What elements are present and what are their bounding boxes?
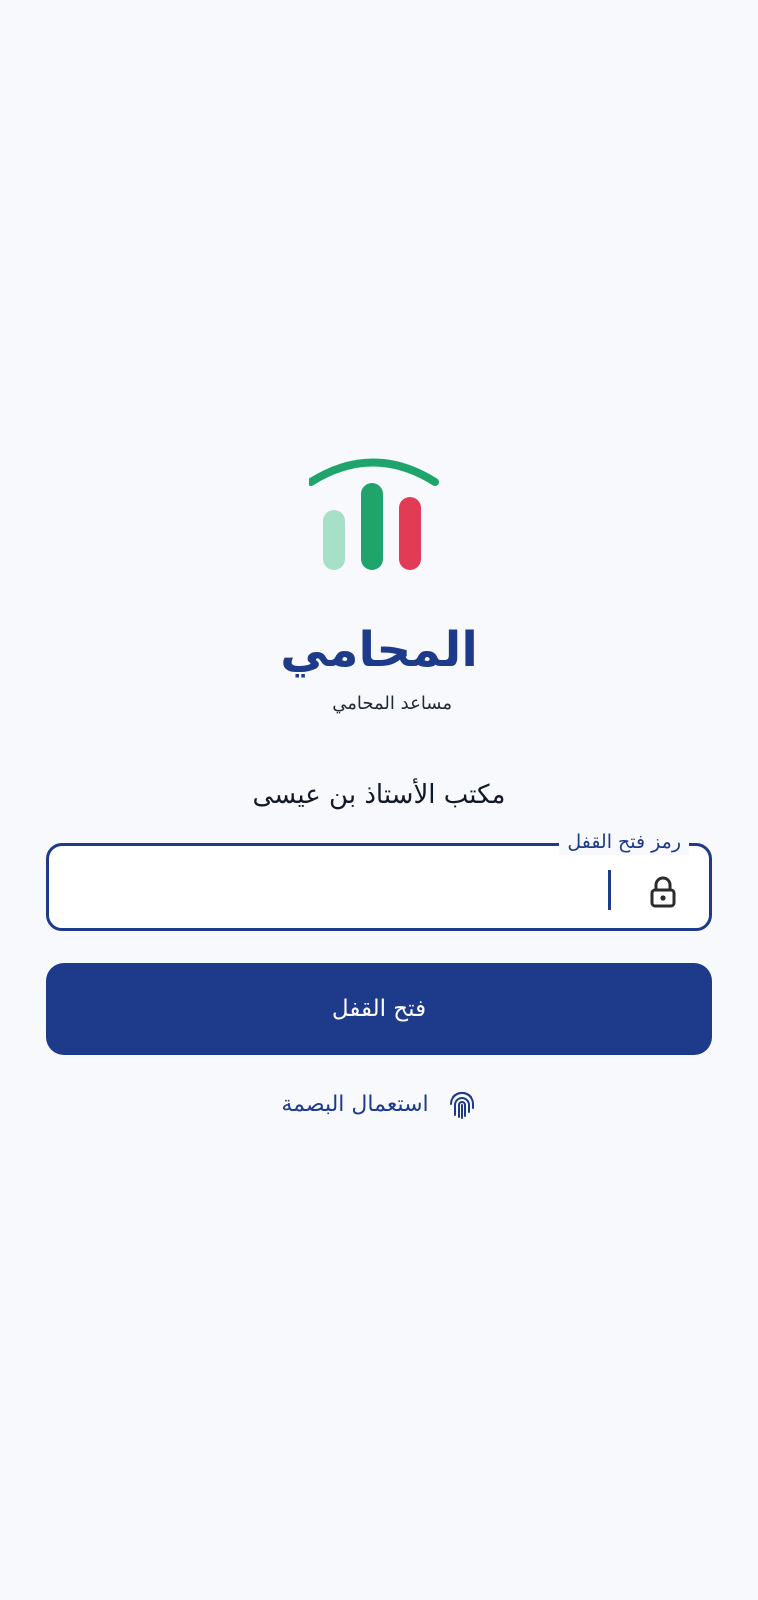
logo-bar-red — [399, 497, 421, 570]
office-name: مكتب الأستاذ بن عيسى — [252, 780, 506, 810]
fingerprint-icon — [447, 1090, 477, 1120]
text-caret — [608, 870, 611, 910]
use-fingerprint-button[interactable]: استعمال البصمة — [0, 1088, 758, 1122]
brand-subtitle: مساعد المحامي — [332, 693, 452, 714]
unlock-code-field[interactable]: رمز فتح القفل — [46, 829, 712, 931]
logo-mark — [309, 458, 439, 570]
use-fingerprint-label: استعمال البصمة — [281, 1092, 429, 1117]
logo-bar-green — [361, 483, 383, 570]
lock-icon — [649, 876, 677, 908]
unlock-button[interactable]: فتح القفل — [46, 963, 712, 1055]
logo-arc — [309, 458, 439, 486]
brand-title: المحامي — [280, 622, 478, 678]
logo-bar-light-green — [323, 510, 345, 570]
app-logo — [0, 455, 758, 590]
